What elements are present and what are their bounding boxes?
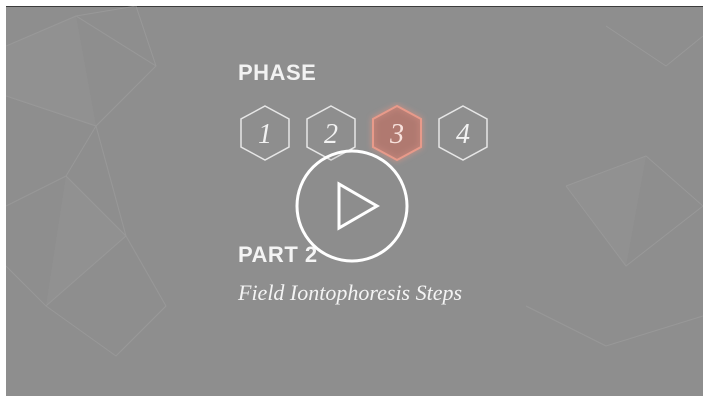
- phase-hex-1: 1: [240, 105, 290, 161]
- phase-label-2: 2: [324, 119, 338, 150]
- phase-label-1: 1: [258, 119, 272, 150]
- phase-label-3: 3: [389, 119, 404, 150]
- phase-label-4: 4: [456, 119, 470, 150]
- video-player[interactable]: PHASE 1 2 3 4 PART 2 Field Iontophoresis…: [6, 6, 703, 396]
- phase-heading: PHASE: [238, 60, 317, 85]
- phase-hex-4: 4: [438, 105, 488, 161]
- part-subtitle: Field Iontophoresis Steps: [238, 280, 463, 305]
- play-icon: [295, 149, 409, 263]
- play-button[interactable]: [294, 148, 410, 264]
